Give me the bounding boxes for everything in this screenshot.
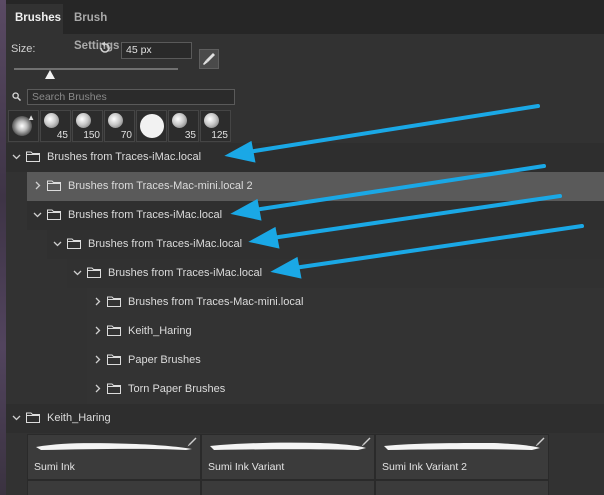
brush-pen-icon xyxy=(361,437,371,447)
brush-tile[interactable] xyxy=(375,480,549,495)
preset-brush[interactable]: 35 xyxy=(168,110,199,142)
folder-row[interactable]: Brushes from Traces-Mac-mini.local xyxy=(87,288,604,317)
folder-row[interactable]: Torn Paper Brushes xyxy=(87,375,604,404)
folder-icon xyxy=(47,209,61,220)
folder-row[interactable]: Keith_Haring xyxy=(87,317,604,346)
brush-tip-icon xyxy=(140,114,164,138)
folder-name: Paper Brushes xyxy=(128,354,201,366)
chevron-right-icon[interactable] xyxy=(93,297,102,306)
brush-name: Sumi Ink Variant 2 xyxy=(382,461,468,473)
brush-stroke-preview xyxy=(210,442,366,450)
folder-row[interactable]: Brushes from Traces-iMac.local xyxy=(27,201,604,230)
size-slider-knob[interactable] xyxy=(45,70,55,79)
brush-name: Sumi Ink Variant xyxy=(208,461,285,473)
brush-tip-icon xyxy=(44,113,59,128)
brush-pen-icon xyxy=(535,437,545,447)
search-input[interactable]: Search Brushes xyxy=(27,89,235,105)
brushes-panel: Brushes Brush Settings Size: 45 px Searc… xyxy=(6,0,604,495)
brush-tile[interactable]: Sumi Ink Variant xyxy=(201,434,375,480)
folder-name: Keith_Haring xyxy=(128,325,192,337)
folder-icon xyxy=(107,354,121,365)
size-label: Size: xyxy=(11,43,36,55)
chevron-down-icon[interactable] xyxy=(12,152,21,161)
badge-icon: ▲ xyxy=(27,113,35,122)
reset-icon[interactable] xyxy=(98,41,112,55)
folder-row[interactable]: Brushes from Traces-iMac.local xyxy=(67,259,604,288)
brush-tip-icon xyxy=(172,113,187,128)
folder-name: Brushes from Traces-iMac.local xyxy=(47,151,202,163)
preset-brush[interactable] xyxy=(136,110,167,142)
chevron-down-icon[interactable] xyxy=(33,210,42,219)
folder-name: Brushes from Traces-iMac.local xyxy=(68,209,223,221)
chevron-right-icon[interactable] xyxy=(93,384,102,393)
preset-size: 35 xyxy=(184,130,196,141)
brush-name: Sumi Ink xyxy=(34,461,75,473)
preset-brush[interactable]: 150 xyxy=(72,110,103,142)
brush-stroke-preview xyxy=(36,443,192,450)
folder-row[interactable]: Keith_Haring xyxy=(6,404,604,433)
brush-tip-icon xyxy=(204,113,219,128)
folder-row[interactable]: Brushes from Traces-iMac.local xyxy=(47,230,604,259)
folder-name: Keith_Haring xyxy=(47,412,111,424)
tab-brushes[interactable]: Brushes xyxy=(6,4,63,34)
brush-tip-icon xyxy=(108,113,123,128)
folder-row[interactable]: Brushes from Traces-Mac-mini.local 2 xyxy=(27,172,604,201)
chevron-down-icon[interactable] xyxy=(53,239,62,248)
brush-tile[interactable]: Sumi Ink Variant 2 xyxy=(375,434,549,480)
preset-size: 70 xyxy=(120,130,132,141)
folder-icon xyxy=(107,383,121,394)
folder-row[interactable]: Paper Brushes xyxy=(87,346,604,375)
brush-tile[interactable] xyxy=(201,480,375,495)
preset-brush[interactable]: 45 xyxy=(40,110,71,142)
preset-brush[interactable]: 70 xyxy=(104,110,135,142)
folder-name: Brushes from Traces-iMac.local xyxy=(88,238,243,250)
folder-name: Torn Paper Brushes xyxy=(128,383,226,395)
brush-tool-icon[interactable] xyxy=(199,49,219,69)
brush-pen-icon xyxy=(187,437,197,447)
chevron-down-icon[interactable] xyxy=(73,268,82,277)
folder-icon xyxy=(47,180,61,191)
size-input[interactable]: 45 px xyxy=(121,42,192,59)
search-icon xyxy=(12,92,21,101)
folder-icon xyxy=(107,296,121,307)
tab-brush-settings[interactable]: Brush Settings xyxy=(64,4,156,52)
brush-tile[interactable]: Sumi Ink xyxy=(27,434,201,480)
preset-size: 45 xyxy=(56,130,68,141)
brush-tile[interactable] xyxy=(27,480,201,495)
folder-name: Brushes from Traces-iMac.local xyxy=(108,267,263,279)
chevron-down-icon[interactable] xyxy=(12,413,21,422)
chevron-right-icon[interactable] xyxy=(93,326,102,335)
preset-size: 125 xyxy=(211,130,228,141)
folder-icon xyxy=(107,325,121,336)
tab-bar: Brushes Brush Settings xyxy=(6,0,604,52)
brush-stroke-preview xyxy=(384,443,540,450)
folder-icon xyxy=(26,412,40,423)
preset-size: 150 xyxy=(83,130,100,141)
chevron-right-icon[interactable] xyxy=(93,355,102,364)
brush-tip-icon xyxy=(76,113,91,128)
chevron-right-icon[interactable] xyxy=(33,181,42,190)
folder-icon xyxy=(87,267,101,278)
folder-icon xyxy=(26,151,40,162)
size-slider-track[interactable] xyxy=(14,68,178,70)
folder-row[interactable]: Brushes from Traces-iMac.local xyxy=(6,143,604,172)
preset-brush[interactable]: 125 xyxy=(200,110,231,142)
folder-name: Brushes from Traces-Mac-mini.local xyxy=(128,296,304,308)
preset-brush[interactable]: ▲ xyxy=(8,110,39,142)
folder-name: Brushes from Traces-Mac-mini.local 2 xyxy=(68,180,253,192)
folder-icon xyxy=(67,238,81,249)
